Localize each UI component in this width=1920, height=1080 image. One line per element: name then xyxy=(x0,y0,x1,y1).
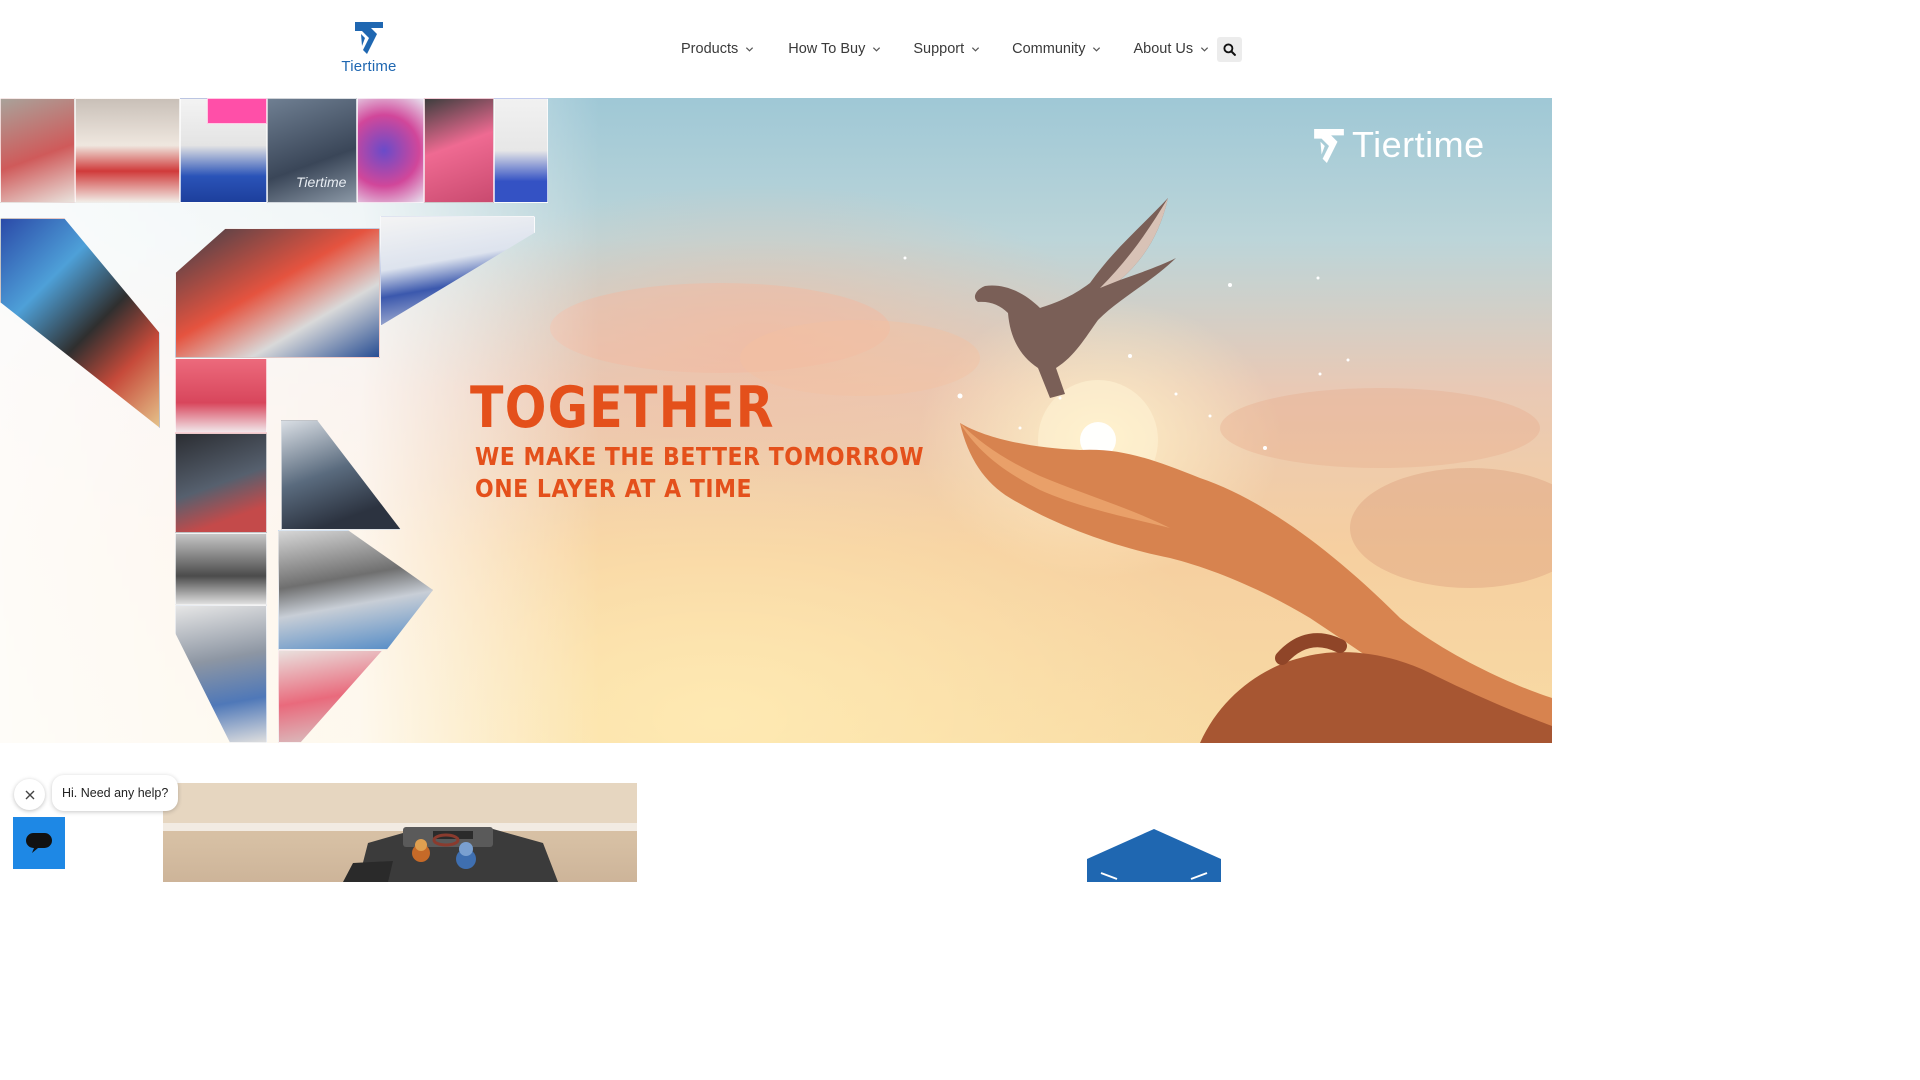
chevron-down-icon xyxy=(972,46,980,52)
hero-subline: WE MAKE THE BETTER TOMORROW xyxy=(475,442,925,471)
collage-tile xyxy=(175,533,267,605)
logo-text: Tiertime xyxy=(341,58,397,75)
search-button[interactable] xyxy=(1217,37,1242,62)
collage-tile xyxy=(357,98,424,203)
hero-headline: TOGETHER xyxy=(470,375,775,441)
nav-label: Products xyxy=(681,41,739,57)
collage-tile xyxy=(175,358,267,433)
collage-tile xyxy=(278,650,383,743)
nav-label: Community xyxy=(1012,41,1086,57)
tiertime-logo-mark-icon xyxy=(355,22,383,54)
collage-tile xyxy=(75,98,180,203)
collage-tile xyxy=(175,605,267,743)
nav-label: Support xyxy=(913,41,965,57)
site-header: Tiertime Products How To Buy Support Com… xyxy=(0,0,1568,98)
main-nav: Products How To Buy Support Community Ab… xyxy=(668,32,1222,66)
collage-tile xyxy=(0,98,75,203)
chat-icon xyxy=(26,833,52,853)
collage-watermark: Tiertime xyxy=(296,174,347,190)
collage-tile xyxy=(494,98,548,203)
chevron-down-icon xyxy=(746,46,754,52)
collage-tile xyxy=(175,433,267,533)
collage-tile xyxy=(281,420,401,530)
dove-graphic xyxy=(974,198,1176,398)
hero-brand-logo: Tiertime xyxy=(1312,124,1492,168)
nav-support[interactable]: Support xyxy=(900,32,993,66)
chevron-down-icon xyxy=(1201,46,1209,52)
nav-how-to-buy[interactable]: How To Buy xyxy=(775,32,894,66)
hero-subline: ONE LAYER AT A TIME xyxy=(475,474,753,503)
chat-close-button[interactable] xyxy=(14,779,45,810)
chat-greeting-bubble[interactable]: Hi. Need any help? xyxy=(52,775,179,811)
nav-about-us[interactable]: About Us xyxy=(1120,32,1222,66)
tiertime-logo[interactable]: Tiertime xyxy=(338,20,400,78)
rc-tank-model-graphic xyxy=(163,783,637,882)
product-photo xyxy=(163,783,637,882)
nav-products[interactable]: Products xyxy=(668,32,767,66)
close-icon xyxy=(25,790,34,799)
collage-tile xyxy=(278,530,433,650)
chat-launcher-button[interactable] xyxy=(13,817,65,869)
collage-tile xyxy=(424,98,494,203)
collage-tile xyxy=(0,218,160,428)
nav-label: How To Buy xyxy=(788,41,866,57)
chat-greeting-text: Hi. Need any help? xyxy=(62,786,169,800)
search-icon xyxy=(1223,43,1236,56)
hero-brand-text: Tiertime xyxy=(1352,124,1485,165)
tiertime-logo-mark-icon xyxy=(1314,129,1344,163)
cube-icon xyxy=(1087,829,1221,882)
collage-tile xyxy=(380,216,535,326)
chevron-down-icon xyxy=(1093,46,1101,52)
nav-label: About Us xyxy=(1133,41,1194,57)
collage-tile xyxy=(207,98,267,124)
nav-community[interactable]: Community xyxy=(999,32,1114,66)
collage-tile xyxy=(175,228,380,358)
hero-banner[interactable]: Tiertime Tiertime TOGETHER WE MAKE THE B… xyxy=(0,98,1552,743)
chevron-down-icon xyxy=(873,46,881,52)
